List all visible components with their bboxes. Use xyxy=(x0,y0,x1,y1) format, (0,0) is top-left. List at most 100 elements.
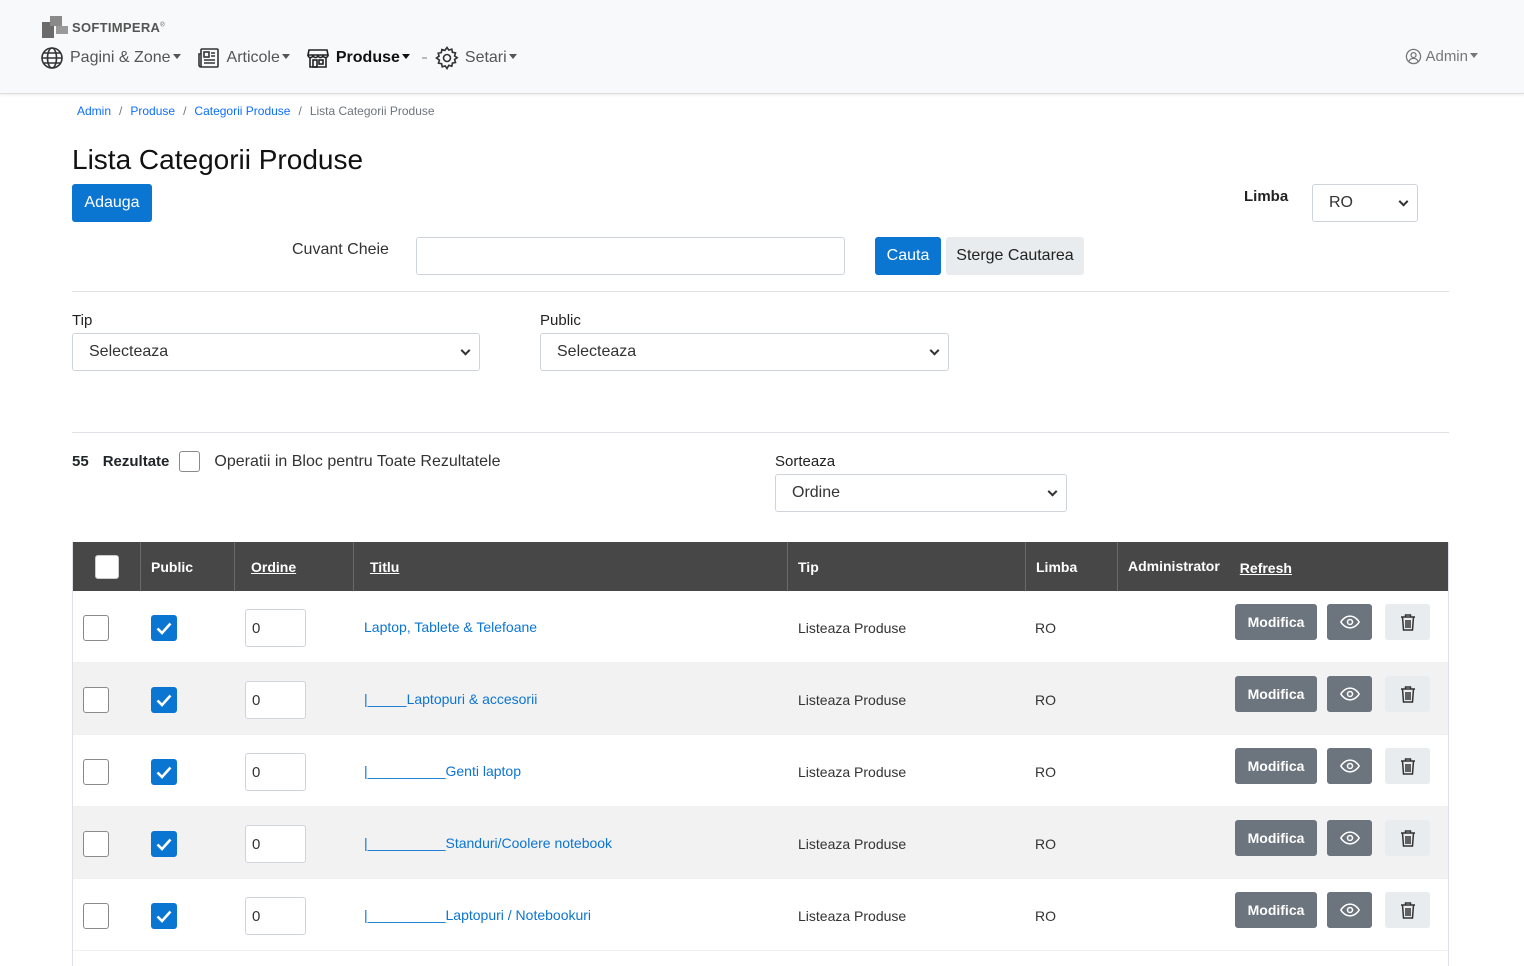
row-select-checkbox[interactable] xyxy=(83,903,109,929)
header-ordine-sort-link[interactable]: Ordine xyxy=(235,542,354,591)
eye-icon xyxy=(1339,687,1360,701)
select-all-checkbox[interactable] xyxy=(94,554,119,579)
delete-button[interactable] xyxy=(1385,748,1430,784)
order-input[interactable] xyxy=(245,753,306,791)
language-select[interactable]: RO xyxy=(1312,184,1418,222)
eye-icon xyxy=(1339,831,1360,845)
sort-select[interactable]: Ordine xyxy=(775,474,1067,512)
category-title-link[interactable]: |__________Standuri/Coolere notebook xyxy=(364,835,612,851)
gear-icon xyxy=(435,46,459,70)
category-title-link[interactable]: |__________Laptopuri / Notebookuri xyxy=(364,907,591,923)
table-row: |__________Standuri/Coolere notebook List… xyxy=(73,807,1448,879)
edit-button[interactable]: Modifica xyxy=(1235,604,1317,640)
bulk-operations-checkbox[interactable] xyxy=(179,451,201,472)
edit-button[interactable]: Modifica xyxy=(1235,748,1317,784)
nav-item-produse[interactable]: Produse xyxy=(306,46,410,70)
eye-icon xyxy=(1339,759,1360,773)
row-select-checkbox[interactable] xyxy=(83,687,109,713)
logo-mark-icon xyxy=(42,16,70,38)
view-button[interactable] xyxy=(1327,892,1372,928)
header-select-all-cell xyxy=(73,542,141,591)
view-button[interactable] xyxy=(1327,748,1372,784)
public-checkbox[interactable] xyxy=(151,903,177,929)
order-input[interactable] xyxy=(245,897,306,935)
row-select-checkbox[interactable] xyxy=(83,615,109,641)
order-input[interactable] xyxy=(245,609,306,647)
public-filter-value: Selecteaza xyxy=(557,343,637,360)
public-checkbox[interactable] xyxy=(151,687,177,713)
check-icon xyxy=(156,838,172,851)
public-filter-select[interactable]: Selecteaza xyxy=(540,333,949,371)
category-language: RO xyxy=(1035,908,1056,924)
public-checkbox[interactable] xyxy=(151,615,177,641)
category-type: Listeaza Produse xyxy=(798,620,907,636)
category-title-link[interactable]: |__________Genti laptop xyxy=(364,763,521,779)
table-row: |__________Genti laptop Listeaza Produse R… xyxy=(73,735,1448,807)
view-button[interactable] xyxy=(1327,676,1372,712)
header-administrator-label: Administrator xyxy=(1128,558,1220,574)
nav-divider xyxy=(421,57,427,59)
public-checkbox[interactable] xyxy=(151,831,177,857)
nav-item-setari[interactable]: Setari xyxy=(435,46,517,70)
public-checkbox[interactable] xyxy=(151,759,177,785)
bulk-operations-label: Operatii in Bloc pentru Toate Rezultatel… xyxy=(214,452,501,470)
edit-button[interactable]: Modifica xyxy=(1235,892,1317,928)
delete-button[interactable] xyxy=(1385,604,1430,640)
refresh-link[interactable]: Refresh xyxy=(1240,560,1292,576)
nav-label: Pagini & Zone xyxy=(70,49,171,66)
category-language: RO xyxy=(1035,836,1056,852)
tip-filter-select[interactable]: Selecteaza xyxy=(72,333,480,371)
category-title-link[interactable]: |_____Laptopuri & accesorii xyxy=(364,691,537,707)
category-type: Listeaza Produse xyxy=(798,764,907,780)
globe-icon xyxy=(41,47,63,69)
header-titlu-sort-link[interactable]: Titlu xyxy=(354,542,788,591)
delete-button[interactable] xyxy=(1385,892,1430,928)
top-navbar: SOFTIMPERA® Pagini & Zone Articole Produ… xyxy=(0,0,1524,94)
user-menu[interactable]: Admin xyxy=(1405,48,1478,65)
trash-icon xyxy=(1400,830,1415,847)
nav-label: Setari xyxy=(464,49,507,66)
delete-button[interactable] xyxy=(1385,676,1430,712)
check-icon xyxy=(156,622,172,635)
edit-button[interactable]: Modifica xyxy=(1235,676,1317,712)
user-circle-icon xyxy=(1406,48,1422,65)
tip-filter-label: Tip xyxy=(72,312,93,329)
breadcrumb-categorii-produse[interactable]: Categorii Produse xyxy=(194,104,290,118)
chevron-down-icon xyxy=(1047,486,1058,497)
table-row: Laptop, Tablete & Telefoane Listeaza Prod… xyxy=(73,591,1448,663)
add-button[interactable]: Adauga xyxy=(72,184,152,222)
search-button[interactable]: Cauta xyxy=(875,237,941,275)
keyword-input[interactable] xyxy=(416,237,845,275)
view-button[interactable] xyxy=(1327,820,1372,856)
clear-search-button[interactable]: Sterge Cautarea xyxy=(946,237,1084,275)
newspaper-icon xyxy=(197,48,219,68)
breadcrumb-admin[interactable]: Admin xyxy=(77,104,111,118)
keyword-label: Cuvant Cheie xyxy=(292,241,389,258)
order-input[interactable] xyxy=(245,681,306,719)
chevron-down-icon xyxy=(929,345,940,356)
eye-icon xyxy=(1339,903,1360,917)
results-label: Rezultate xyxy=(102,453,170,470)
trash-icon xyxy=(1400,614,1415,631)
category-type: Listeaza Produse xyxy=(798,908,907,924)
public-filter-label: Public xyxy=(540,312,581,329)
breadcrumb-produse[interactable]: Produse xyxy=(130,104,175,118)
sort-label: Sorteaza xyxy=(775,453,836,470)
table-body: Laptop, Tablete & Telefoane Listeaza Prod… xyxy=(73,591,1448,951)
row-select-checkbox[interactable] xyxy=(83,759,109,785)
delete-button[interactable] xyxy=(1385,820,1430,856)
row-select-checkbox[interactable] xyxy=(83,831,109,857)
breadcrumb-separator: / xyxy=(298,104,302,118)
header-limba: Limba xyxy=(1026,542,1118,591)
edit-button[interactable]: Modifica xyxy=(1235,820,1317,856)
nav-item-articole[interactable]: Articole xyxy=(197,46,290,70)
caret-down-icon xyxy=(172,54,181,59)
category-title-link[interactable]: Laptop, Tablete & Telefoane xyxy=(364,619,537,635)
brand-logo[interactable]: SOFTIMPERA® xyxy=(42,15,165,39)
category-type: Listeaza Produse xyxy=(798,836,907,852)
view-button[interactable] xyxy=(1327,604,1372,640)
caret-down-icon xyxy=(508,54,517,59)
order-input[interactable] xyxy=(245,825,306,863)
nav-item-pagini-zone[interactable]: Pagini & Zone xyxy=(40,46,181,70)
nav-label: Articole xyxy=(226,49,280,66)
